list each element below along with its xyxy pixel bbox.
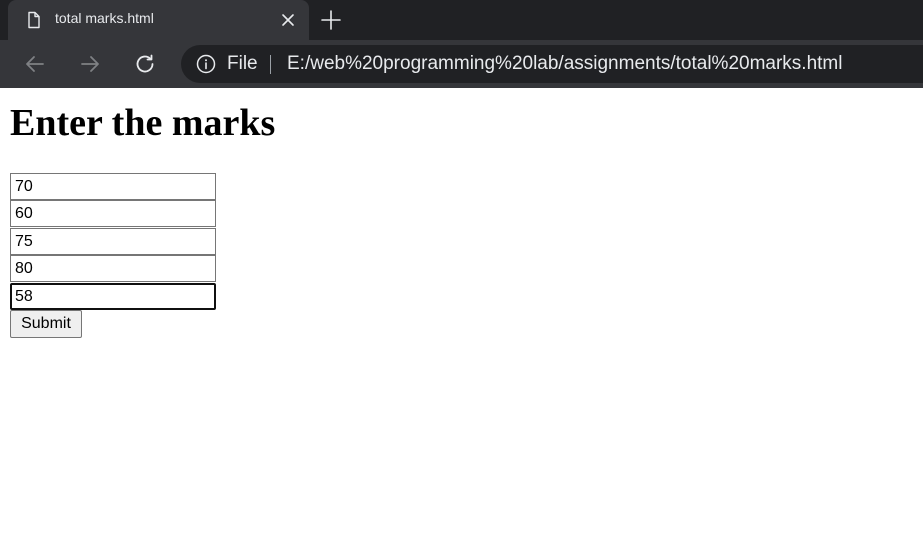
browser-chrome: total marks.html File E:/web%20programmi… [0,0,923,88]
address-bar[interactable]: File E:/web%20programming%20lab/assignme… [181,45,923,83]
reload-icon[interactable] [133,52,157,76]
info-icon[interactable] [196,54,216,74]
tab-title: total marks.html [55,10,154,26]
page-heading: Enter the marks [10,102,276,144]
scheme-label: File [227,53,258,74]
browser-toolbar: File E:/web%20programming%20lab/assignme… [0,40,923,88]
marks-input-5[interactable] [10,283,216,310]
marks-input-1[interactable] [10,173,216,200]
back-arrow-icon[interactable] [23,52,47,76]
new-tab-icon[interactable] [320,9,342,31]
marks-input-3[interactable] [10,228,216,255]
url-text[interactable]: E:/web%20programming%20lab/assignments/t… [287,53,842,75]
forward-arrow-icon[interactable] [78,52,102,76]
marks-input-2[interactable] [10,200,216,227]
tab-total-marks[interactable]: total marks.html [8,0,309,40]
page-content: Enter the marks Submit [0,88,923,555]
submit-button[interactable]: Submit [10,310,82,338]
file-icon [28,11,40,29]
tab-strip: total marks.html [0,0,923,40]
marks-input-4[interactable] [10,255,216,282]
close-icon[interactable] [279,11,297,29]
divider [270,55,271,74]
